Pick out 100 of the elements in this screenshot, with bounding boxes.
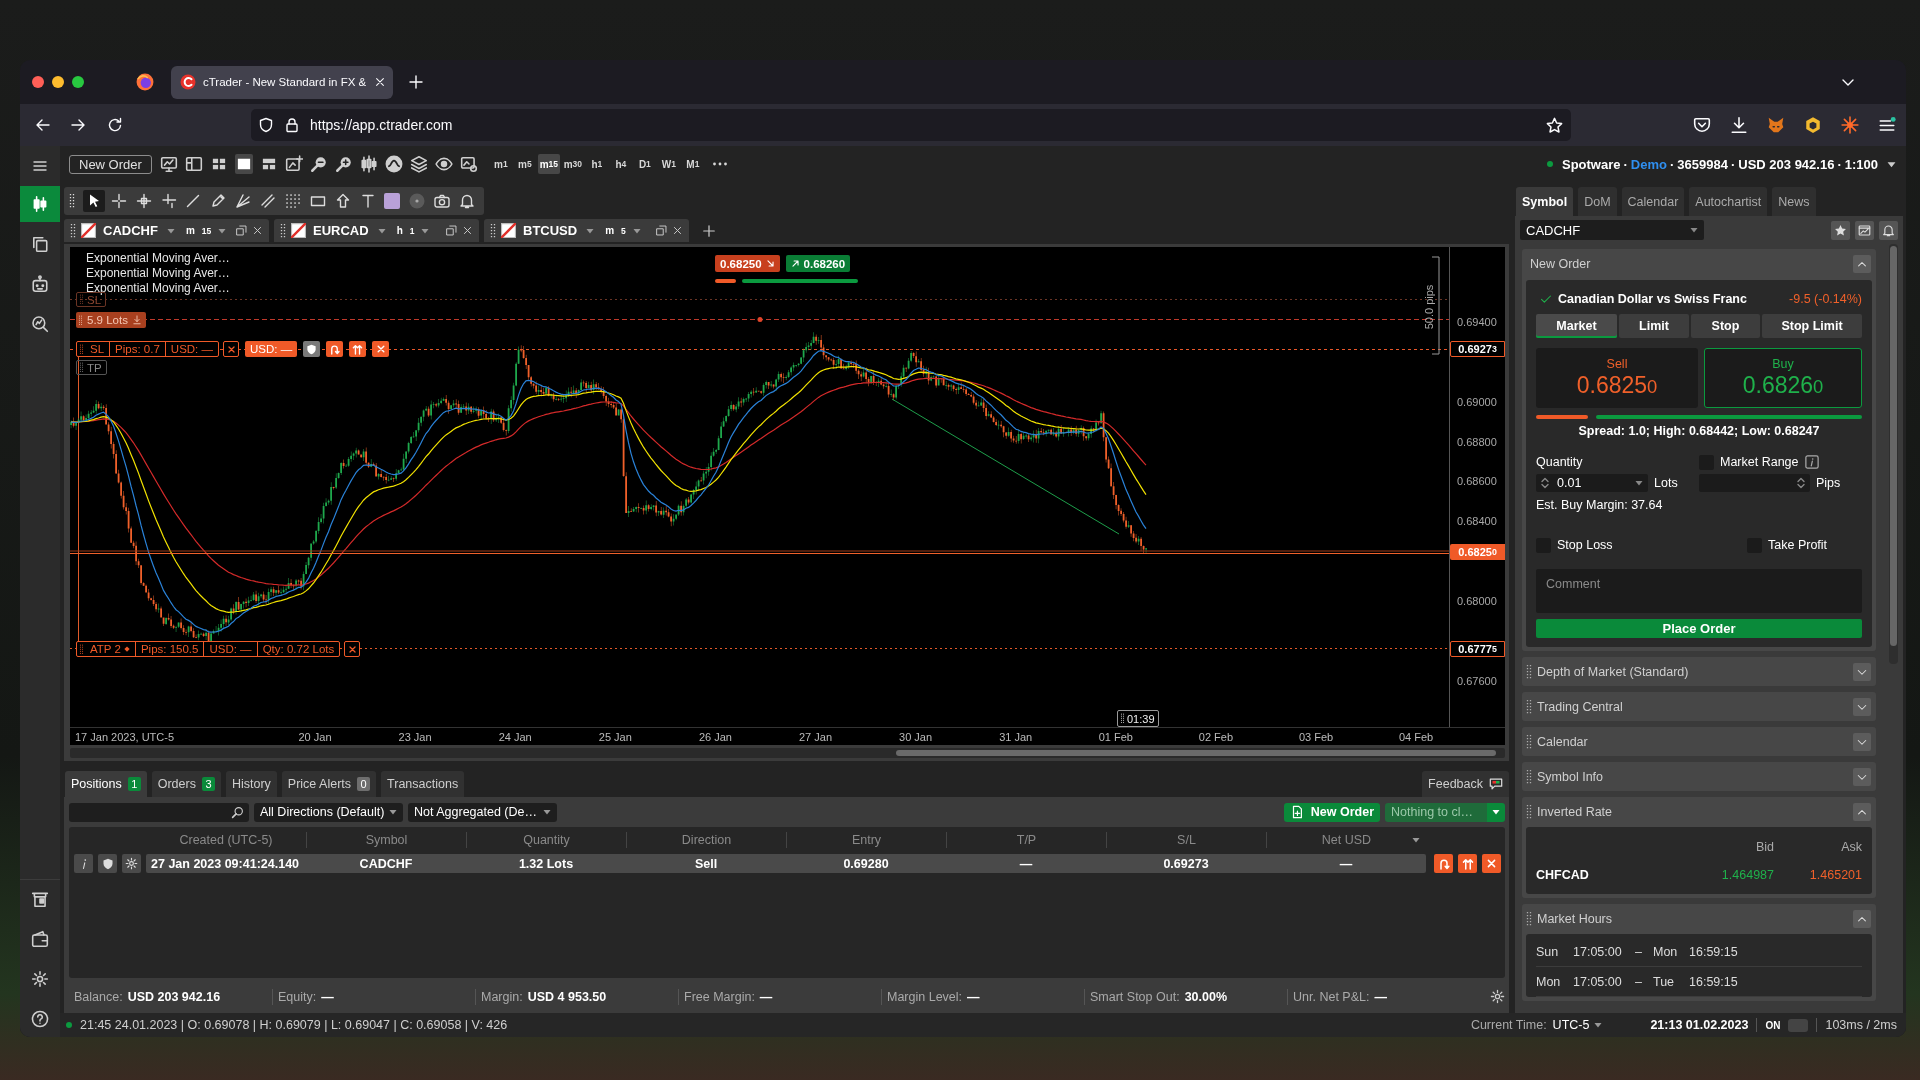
order-type-tab[interactable]: Market xyxy=(1536,314,1617,338)
panel-tab[interactable]: Price Alerts 0 xyxy=(281,771,377,797)
symbol-selector[interactable]: EURCAD xyxy=(313,223,386,238)
cube-icon[interactable] xyxy=(1804,116,1822,134)
dropdown-button[interactable] xyxy=(1487,802,1505,822)
window-minimize-button[interactable] xyxy=(52,76,64,88)
column-header[interactable]: Symbol xyxy=(365,833,408,847)
symbol-selector[interactable]: CADCHF xyxy=(1520,220,1704,240)
layers-icon[interactable] xyxy=(409,155,428,173)
close-position-button[interactable] xyxy=(372,341,390,357)
column-header[interactable]: Entry xyxy=(851,833,882,847)
panel-tab[interactable]: DoM xyxy=(1578,187,1617,216)
order-type-tab[interactable]: Stop xyxy=(1691,314,1760,338)
zoom-out-icon[interactable] xyxy=(309,155,328,173)
info-button[interactable] xyxy=(74,854,93,873)
symbol-selector[interactable]: CADCHF xyxy=(103,223,175,238)
protection-button[interactable] xyxy=(303,341,321,357)
drag-handle-icon[interactable] xyxy=(280,222,286,239)
vertical-scrollbar[interactable] xyxy=(1889,244,1898,664)
remove-button[interactable] xyxy=(344,641,361,657)
close-icon[interactable] xyxy=(252,225,264,236)
column-header[interactable]: Quantity xyxy=(523,833,570,847)
chart-settings-icon[interactable] xyxy=(459,155,478,173)
filter-dropdown[interactable]: All Directions (Default) xyxy=(254,802,403,822)
sell-quote-button[interactable]: 0.68250 xyxy=(715,255,780,272)
close-all-button[interactable]: Nothing to cl… xyxy=(1385,802,1487,822)
settings-icon[interactable] xyxy=(1490,989,1505,1004)
panel-tab[interactable]: News xyxy=(1772,187,1816,216)
stop-loss-tag[interactable]: SL Pips: 0.7 USD: — xyxy=(76,341,219,357)
layout-button[interactable] xyxy=(234,154,253,174)
column-header[interactable]: Direction xyxy=(681,833,732,847)
column-header[interactable]: T/P xyxy=(1016,833,1037,847)
favorite-button[interactable] xyxy=(1831,220,1850,240)
window-zoom-button[interactable] xyxy=(72,76,84,88)
drag-handle-icon[interactable] xyxy=(1526,910,1532,927)
close-icon[interactable] xyxy=(462,225,473,236)
collapse-button[interactable] xyxy=(1853,255,1871,273)
trend-line[interactable] xyxy=(891,398,1120,535)
zoom-in-icon[interactable] xyxy=(334,155,353,173)
close-icon[interactable] xyxy=(374,76,386,88)
collapse-button[interactable] xyxy=(1853,732,1871,751)
symbol-selector[interactable]: BTCUSD xyxy=(523,223,595,238)
menu-icon[interactable] xyxy=(32,158,48,174)
new-order-button[interactable]: New Order xyxy=(1283,802,1380,822)
pending-order-tag[interactable]: 5.9 Lots xyxy=(76,312,146,328)
reverse-button[interactable] xyxy=(326,341,344,357)
countdown-tag[interactable]: 01:39 xyxy=(1117,710,1159,727)
timezone-selector[interactable]: UTC-5 xyxy=(1552,1018,1603,1032)
window-close-button[interactable] xyxy=(32,76,44,88)
plus-icon[interactable] xyxy=(702,223,716,238)
panel-tab[interactable]: Positions 1 xyxy=(65,771,147,797)
column-header[interactable]: Created (UTC-5) xyxy=(179,833,273,847)
add-chart-icon[interactable] xyxy=(284,155,303,173)
box-icon[interactable] xyxy=(31,890,49,908)
popout-icon[interactable] xyxy=(446,225,457,236)
sidebar-item[interactable] xyxy=(20,186,60,222)
info-icon[interactable] xyxy=(1804,455,1819,469)
popout-icon[interactable] xyxy=(656,225,667,236)
column-header[interactable]: S/L xyxy=(1177,833,1196,847)
panel-tab[interactable]: Orders 3 xyxy=(151,771,221,797)
order-type-tab[interactable]: Stop Limit xyxy=(1762,314,1862,338)
new-order-button[interactable]: New Order xyxy=(69,154,152,174)
drag-handle-icon[interactable] xyxy=(1526,698,1532,715)
table-row[interactable]: 27 Jan 2023 09:41:24.140 CADCHF 1.32 Lots Sell 0.69280 — 0.69273 — xyxy=(146,854,1426,873)
drag-handle-icon[interactable] xyxy=(1526,733,1532,750)
reload-icon[interactable] xyxy=(107,117,123,133)
arch-circle-icon[interactable] xyxy=(384,155,403,173)
buy-quote-button[interactable]: 0.68260 xyxy=(785,255,851,272)
download-icon[interactable] xyxy=(1730,116,1748,134)
panel-tab[interactable]: History xyxy=(225,771,277,797)
settings-icon[interactable] xyxy=(31,970,49,988)
account-selector[interactable]: Spotware · Demo · 3659984 · USD 203 942.16 · 1:100 xyxy=(1547,156,1896,172)
pocket-icon[interactable] xyxy=(1693,116,1711,134)
tool-button[interactable] xyxy=(83,190,105,212)
alert-button[interactable] xyxy=(1879,220,1898,240)
panel-tab[interactable]: Autochartist xyxy=(1689,187,1768,216)
drag-handle-icon[interactable] xyxy=(1526,768,1532,785)
menu-icon[interactable] xyxy=(1878,116,1896,134)
panel-tab[interactable]: Calendar xyxy=(1621,187,1685,216)
comment-field[interactable]: Comment xyxy=(1536,569,1862,613)
search-field[interactable] xyxy=(69,802,249,822)
bookmark-star-icon[interactable] xyxy=(1546,116,1563,134)
double-button[interactable] xyxy=(349,341,367,357)
settings-button[interactable] xyxy=(122,854,141,873)
legend-label[interactable]: Exponential Moving Aver… xyxy=(86,252,230,266)
monitor-chart-icon[interactable] xyxy=(159,155,178,173)
column-header[interactable]: Net USD xyxy=(1321,833,1372,847)
eye-icon[interactable] xyxy=(434,155,453,173)
panel-tab[interactable]: Transactions xyxy=(381,771,465,797)
filter-dropdown[interactable]: Not Aggregated (De… xyxy=(408,802,557,822)
collapse-button[interactable] xyxy=(1853,909,1871,928)
legend-label[interactable]: Exponential Moving Aver… xyxy=(86,267,230,281)
address-bar[interactable]: https://app.ctrader.com xyxy=(251,109,1571,141)
toggle-switch[interactable] xyxy=(1788,1018,1809,1032)
protection-button[interactable] xyxy=(98,854,117,873)
chart-button[interactable] xyxy=(1855,220,1874,240)
wallet-icon[interactable] xyxy=(31,930,49,948)
drag-handle-icon[interactable] xyxy=(490,222,496,239)
back-icon[interactable] xyxy=(35,117,51,133)
collapse-button[interactable] xyxy=(1853,767,1871,786)
